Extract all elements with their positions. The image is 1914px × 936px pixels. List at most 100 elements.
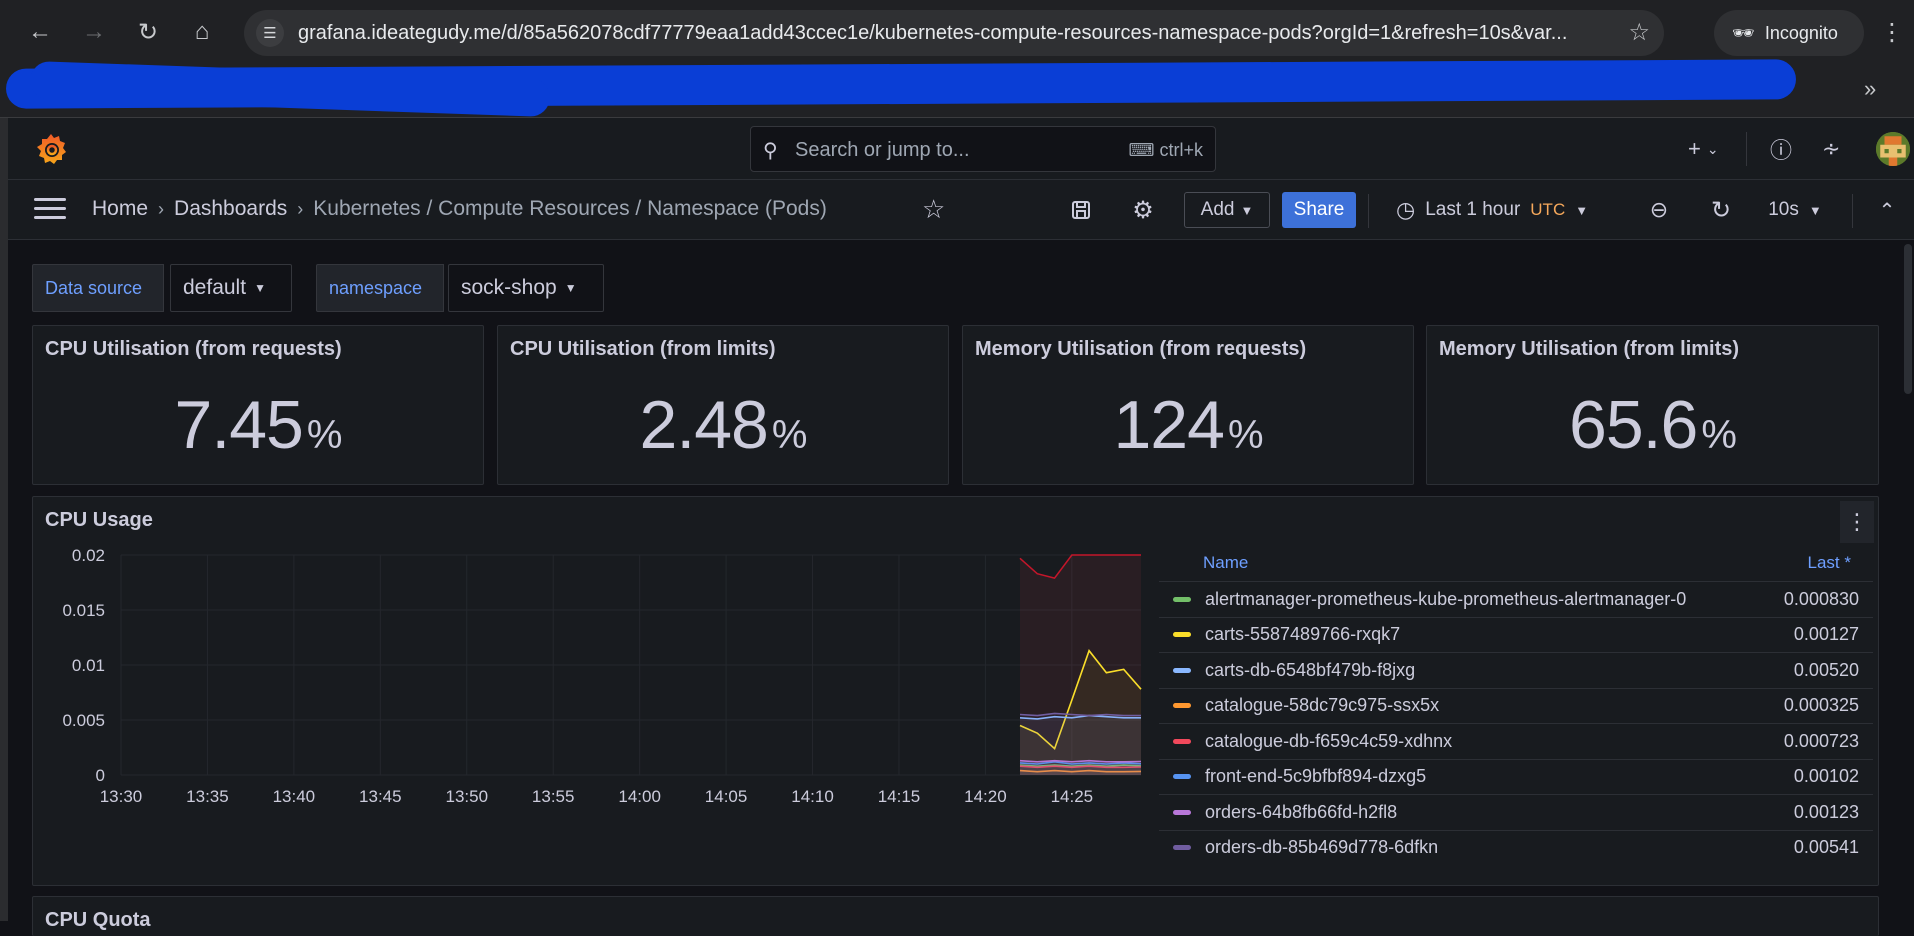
panel-menu-icon[interactable]: ⋮ [1840,501,1874,543]
back-arrow-icon[interactable]: ← [22,14,58,50]
window-edge [0,118,8,921]
divider [1368,194,1369,228]
search-icon: ⚲ [763,140,778,162]
address-bar[interactable]: ☰ grafana.ideategudy.me/d/85a562078cdf77… [244,10,1664,56]
incognito-badge[interactable]: 🕶 Incognito [1714,10,1864,56]
chevron-right-icon: › [158,199,165,219]
legend-row[interactable]: orders-64b8fb66fd-h2fl8 0.00123 [1159,794,1873,830]
stat-value: 7.45% [174,387,343,463]
legend-last-value: 0.00541 [1793,837,1859,858]
legend-row[interactable]: catalogue-58dc79c975-ssx5x 0.000325 [1159,687,1873,724]
legend-series-name[interactable]: carts-5587489766-rxqk7 [1205,624,1753,645]
y-tick-label: 0.02 [72,546,105,565]
legend-row[interactable]: carts-5587489766-rxqk7 0.00127 [1159,616,1873,653]
legend-series-name[interactable]: orders-64b8fb66fd-h2fl8 [1205,802,1753,823]
stat-panel[interactable]: Memory Utilisation (from limits) 65.6% [1426,325,1879,485]
news-rss-icon[interactable]: ∻ [1822,130,1840,168]
x-tick-label: 13:55 [532,787,575,806]
settings-gear-icon[interactable]: ⚙ [1128,192,1158,228]
datasource-variable-label: Data source [32,264,164,312]
legend-swatch [1173,774,1191,780]
legend-row[interactable]: front-end-5c9bfbf894-dzxg5 0.00102 [1159,758,1873,795]
save-icon[interactable] [1066,192,1096,228]
stat-value: 124% [1113,387,1263,463]
more-bookmarks-icon[interactable]: » [1864,76,1876,102]
refresh-icon[interactable]: ↻ [1706,192,1736,228]
breadcrumb-dashboards[interactable]: Dashboards [174,197,287,220]
legend-last-header[interactable]: Last * [1808,553,1851,581]
avatar[interactable] [1876,132,1910,166]
share-button[interactable]: Share [1282,192,1356,228]
x-tick-label: 13:40 [273,787,316,806]
stat-panel[interactable]: CPU Utilisation (from limits) 2.48% [497,325,949,485]
dashboard-body: Data source default ▼ namespace sock-shop… [8,240,1914,936]
chevron-right-icon: › [297,199,304,219]
home-icon[interactable]: ⌂ [184,14,220,50]
browser-menu-icon[interactable]: ⋮ [1880,18,1904,47]
add-button[interactable]: Add ▼ [1184,192,1270,228]
y-tick-label: 0 [96,766,105,785]
breadcrumb-home[interactable]: Home [92,197,148,220]
incognito-label: Incognito [1764,22,1838,43]
divider [1746,132,1747,166]
series-area [1019,713,1141,775]
time-range-label: Last 1 hour [1425,199,1521,220]
search-input[interactable]: ⚲ Search or jump to... ⌨ ctrl+k [750,126,1216,172]
zoom-out-icon[interactable]: ⊖ [1644,192,1674,228]
help-icon[interactable]: ⓘ [1770,130,1792,168]
legend-row[interactable]: carts-db-6548bf479b-f8jxg 0.00520 [1159,652,1873,688]
legend-last-value: 0.00520 [1793,659,1859,680]
datasource-value: default [183,276,247,299]
reload-icon[interactable]: ↻ [130,14,166,50]
stat-title: Memory Utilisation (from requests) [975,338,1307,360]
timezone-label: UTC [1530,200,1566,219]
legend-series-name[interactable]: catalogue-db-f659c4c59-xdhnx [1205,731,1753,752]
datasource-select[interactable]: default ▼ [170,264,292,312]
forward-arrow-icon[interactable]: → [76,14,112,50]
grafana-logo-icon[interactable] [34,132,68,166]
stat-title: CPU Utilisation (from limits) [510,338,776,360]
legend-swatch [1173,632,1191,638]
url-text[interactable]: grafana.ideategudy.me/d/85a562078cdf7777… [298,22,1598,45]
y-tick-label: 0.015 [62,601,105,620]
legend-last-value: 0.000325 [1783,695,1859,716]
hamburger-menu-icon[interactable] [34,198,66,222]
x-tick-label: 14:20 [964,787,1007,806]
cpu-usage-panel[interactable]: CPU Usage ⋮ 0.02 0.015 0.01 0.005 0 13:30 13:3… [32,496,1879,886]
search-shortcut: ⌨ ctrl+k [1128,140,1204,160]
refresh-interval-picker[interactable]: 10s ▼ [1760,192,1830,228]
legend-row[interactable]: orders-db-85b469d778-6dfkn 0.00541 [1159,829,1873,866]
x-tick-label: 13:30 [100,787,143,806]
cpu-quota-panel[interactable]: CPU Quota [32,896,1879,936]
site-settings-icon[interactable]: ☰ [256,19,284,47]
panel-title: CPU Usage [45,509,153,531]
favorite-star-icon[interactable]: ☆ [922,194,945,225]
legend-series-name[interactable]: carts-db-6548bf479b-f8jxg [1205,660,1753,681]
x-tick-label: 13:50 [445,787,488,806]
y-tick-label: 0.005 [62,711,105,730]
legend-series-name[interactable]: alertmanager-prometheus-kube-prometheus-… [1205,589,1753,610]
browser-chrome: ← → ↻ ⌂ ☰ grafana.ideategudy.me/d/85a562… [0,0,1914,118]
scrollbar[interactable] [1902,240,1914,921]
namespace-select[interactable]: sock-shop ▼ [448,264,604,312]
legend-row[interactable]: alertmanager-prometheus-kube-prometheus-… [1159,581,1873,617]
legend-series-name[interactable]: catalogue-58dc79c975-ssx5x [1205,695,1753,716]
legend-series-name[interactable]: front-end-5c9bfbf894-dzxg5 [1205,766,1753,787]
chevron-down-icon: ▼ [1240,202,1254,218]
stat-panel[interactable]: CPU Utilisation (from requests) 7.45% [32,325,484,485]
time-range-picker[interactable]: ◷ Last 1 hour UTC ▼ [1396,192,1592,228]
collapse-chevron-up-icon[interactable]: ⌃ [1872,192,1902,228]
legend-swatch [1173,845,1191,851]
legend-name-header[interactable]: Name [1203,553,1248,581]
refresh-interval-label: 10s [1768,199,1799,220]
legend-swatch [1173,703,1191,709]
cpu-usage-chart[interactable]: 0.02 0.015 0.01 0.005 0 13:30 13:35 13:40 13:45 1… [33,537,1153,877]
legend-series-name[interactable]: orders-db-85b469d778-6dfkn [1205,837,1753,858]
new-plus-icon[interactable]: + ⌄ [1688,130,1719,168]
legend-row[interactable]: catalogue-db-f659c4c59-xdhnx 0.000723 [1159,723,1873,759]
stat-panel[interactable]: Memory Utilisation (from requests) 124% [962,325,1414,485]
x-tick-label: 14:15 [878,787,921,806]
y-tick-label: 0.01 [72,656,105,675]
bookmark-star-icon[interactable]: ☆ [1628,18,1650,47]
dashboard-toolbar: Home › Dashboards › Kubernetes / Compute Res… [8,180,1914,240]
